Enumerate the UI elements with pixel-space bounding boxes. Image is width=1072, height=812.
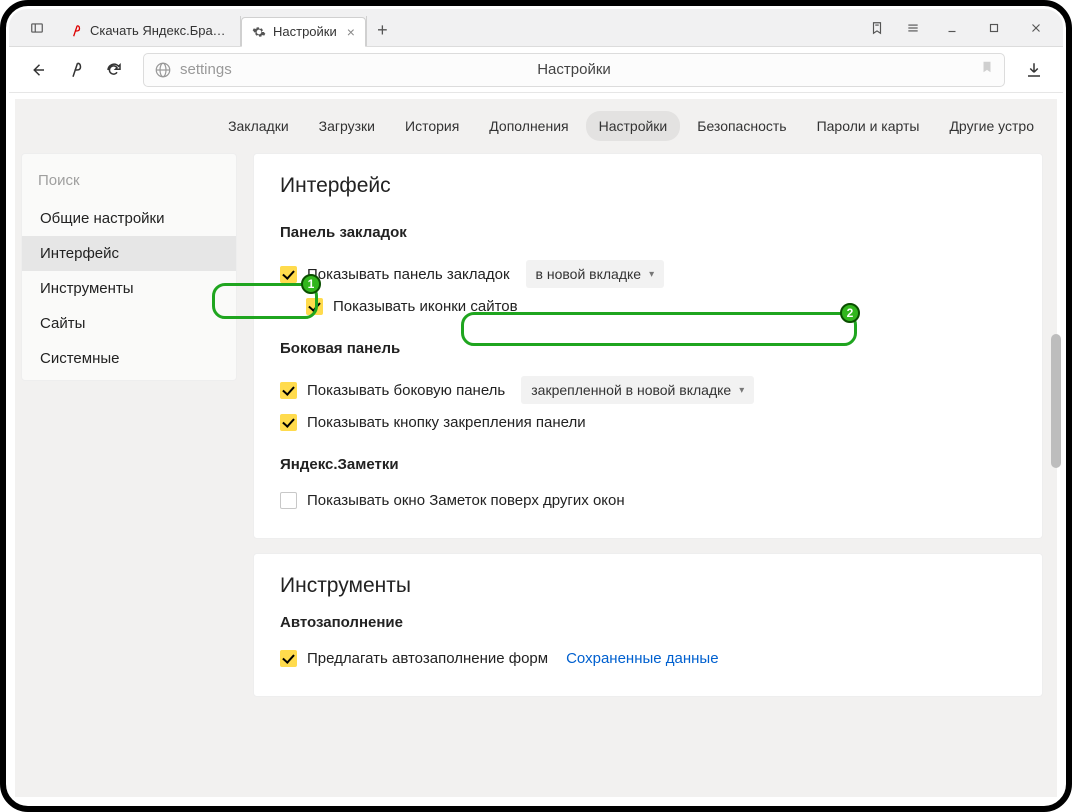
subheading-bookmarks-panel: Панель закладок <box>280 224 1016 241</box>
topnav-bookmarks[interactable]: Закладки <box>215 111 302 141</box>
option-show-side-panel: Показывать боковую панель закрепленной в… <box>280 371 1016 409</box>
sidebar-item-tools[interactable]: Инструменты <box>22 271 236 306</box>
reload-button[interactable] <box>97 53 131 87</box>
address-bar[interactable]: settings Настройки <box>143 53 1005 87</box>
globe-icon <box>154 61 172 79</box>
option-show-pin-button: Показывать кнопку закрепления панели <box>280 409 1016 436</box>
chevron-down-icon: ▾ <box>649 269 654 280</box>
card-interface: Интерфейс Панель закладок Показывать пан… <box>253 153 1043 539</box>
checkbox-show-pin-button[interactable] <box>280 414 297 431</box>
topnav-downloads[interactable]: Загрузки <box>306 111 388 141</box>
yandex-home-button[interactable] <box>59 53 93 87</box>
option-show-site-icons: Показывать иконки сайтов <box>306 293 1016 320</box>
tab-label: Настройки <box>273 24 337 39</box>
select-bookmarks-panel-value: в новой вкладке <box>536 266 642 282</box>
gear-icon <box>252 25 266 39</box>
titlebar: Скачать Яндекс.Браузер д… Настройки × + <box>9 9 1063 47</box>
back-button[interactable] <box>21 53 55 87</box>
settings-page: Закладки Загрузки История Дополнения Нас… <box>15 99 1057 797</box>
sidebar-item-general[interactable]: Общие настройки <box>22 201 236 236</box>
address-bar-row: settings Настройки <box>9 47 1063 93</box>
tab-settings[interactable]: Настройки × <box>241 17 366 47</box>
label-autofill-forms: Предлагать автозаполнение форм <box>307 650 548 667</box>
sidebar-item-system[interactable]: Системные <box>22 341 236 376</box>
label-show-bookmarks-panel: Показывать панель закладок <box>307 266 510 283</box>
scroll-thumb[interactable] <box>1051 334 1061 468</box>
tab-strip: Скачать Яндекс.Браузер д… Настройки × + <box>59 10 398 46</box>
topnav-history[interactable]: История <box>392 111 472 141</box>
subheading-side-panel: Боковая панель <box>280 340 1016 357</box>
checkbox-notes-on-top[interactable] <box>280 492 297 509</box>
sidebar-search[interactable]: Поиск <box>22 158 236 201</box>
subheading-autofill: Автозаполнение <box>280 614 1016 631</box>
select-side-panel-mode[interactable]: закрепленной в новой вкладке ▾ <box>521 376 754 404</box>
heading-interface: Интерфейс <box>280 174 1016 198</box>
downloads-button[interactable] <box>1017 53 1051 87</box>
sidebar-item-interface[interactable]: Интерфейс <box>22 236 236 271</box>
checkbox-show-side-panel[interactable] <box>280 382 297 399</box>
settings-sidebar: Поиск Общие настройки Интерфейс Инструме… <box>21 153 237 381</box>
heading-tools: Инструменты <box>280 574 1016 598</box>
tab-yandex-download[interactable]: Скачать Яндекс.Браузер д… <box>59 16 241 46</box>
option-autofill-forms: Предлагать автозаполнение форм Сохраненн… <box>280 645 1016 672</box>
topnav-settings[interactable]: Настройки <box>586 111 681 141</box>
topnav-security[interactable]: Безопасность <box>684 111 799 141</box>
bookmark-icon[interactable] <box>980 59 994 80</box>
window-maximize-button[interactable] <box>973 14 1015 42</box>
panel-toggle-button[interactable] <box>19 14 55 42</box>
subheading-notes: Яндекс.Заметки <box>280 456 1016 473</box>
topnav-devices[interactable]: Другие устро <box>936 111 1047 141</box>
menu-button[interactable] <box>895 14 931 42</box>
topnav-passwords[interactable]: Пароли и карты <box>804 111 933 141</box>
checkbox-autofill-forms[interactable] <box>280 650 297 667</box>
card-tools: Инструменты Автозаполнение Предлагать ав… <box>253 553 1043 697</box>
checkbox-show-site-icons[interactable] <box>306 298 323 315</box>
option-show-bookmarks-panel: Показывать панель закладок в новой вклад… <box>280 255 1016 293</box>
tab-label: Скачать Яндекс.Браузер д… <box>90 23 230 38</box>
label-show-pin-button: Показывать кнопку закрепления панели <box>307 414 586 431</box>
vertical-scrollbar[interactable] <box>1049 99 1063 788</box>
settings-topnav: Закладки Загрузки История Дополнения Нас… <box>15 99 1057 153</box>
window-close-button[interactable] <box>1015 14 1057 42</box>
sidebar-item-sites[interactable]: Сайты <box>22 306 236 341</box>
label-show-site-icons: Показывать иконки сайтов <box>333 298 518 315</box>
topnav-addons[interactable]: Дополнения <box>476 111 581 141</box>
page-title-center: Настройки <box>144 61 1004 78</box>
select-side-panel-value: закрепленной в новой вкладке <box>531 382 731 398</box>
reading-list-button[interactable] <box>859 14 895 42</box>
window-minimize-button[interactable] <box>931 14 973 42</box>
link-saved-data[interactable]: Сохраненные данные <box>566 650 718 667</box>
close-tab-icon[interactable]: × <box>347 25 355 39</box>
horizontal-scrollbar[interactable] <box>15 792 1046 800</box>
chevron-down-icon: ▾ <box>739 385 744 396</box>
option-notes-on-top: Показывать окно Заметок поверх других ок… <box>280 487 1016 514</box>
yandex-favicon-icon <box>69 24 83 38</box>
checkbox-show-bookmarks-panel[interactable] <box>280 266 297 283</box>
address-text: settings <box>180 61 232 78</box>
select-bookmarks-panel-mode[interactable]: в новой вкладке ▾ <box>526 260 665 288</box>
label-show-side-panel: Показывать боковую панель <box>307 382 505 399</box>
new-tab-button[interactable]: + <box>366 16 398 46</box>
label-notes-on-top: Показывать окно Заметок поверх других ок… <box>307 492 625 509</box>
